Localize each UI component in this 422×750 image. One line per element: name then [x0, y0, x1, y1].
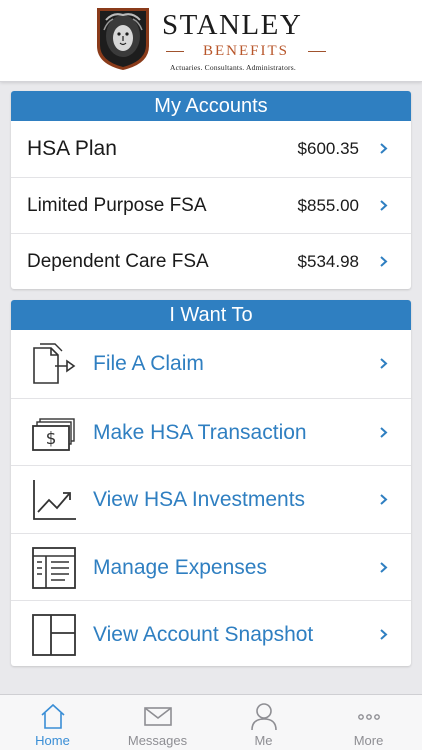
action-label: Make HSA Transaction: [93, 420, 307, 444]
action-label: Manage Expenses: [93, 555, 267, 579]
money-icon: $: [32, 417, 75, 451]
brand-name: STANLEY: [162, 9, 303, 41]
more-icon: [358, 714, 380, 720]
account-name: HSA Plan: [27, 137, 117, 160]
brand-subtitle: BENEFITS: [202, 43, 289, 59]
account-amount: $534.98: [297, 252, 359, 271]
chevron-right-icon: [380, 358, 388, 369]
person-icon: [251, 703, 277, 730]
file-claim-icon: [33, 343, 76, 384]
tab-label: More: [353, 733, 384, 748]
svg-text:$: $: [46, 429, 57, 449]
brand-subtitle-row: BENEFITS: [162, 42, 330, 60]
account-amount: $600.35: [297, 139, 359, 158]
account-name: Limited Purpose FSA: [27, 195, 207, 216]
account-row-dependent-care-fsa[interactable]: Dependent Care FSA $534.98: [11, 233, 411, 289]
chevron-right-icon: [380, 143, 388, 154]
tab-more[interactable]: More: [316, 695, 421, 750]
chevron-right-icon: [380, 629, 388, 640]
home-icon: [41, 703, 65, 729]
tab-home[interactable]: Home: [0, 695, 105, 750]
tab-bar: Home Messages Me More: [0, 694, 422, 750]
my-accounts-card: My Accounts HSA Plan $600.35 Limited Pur…: [11, 91, 411, 289]
chart-icon: [33, 480, 76, 520]
lion-shield-logo-icon: [97, 8, 149, 70]
my-accounts-title: My Accounts: [11, 91, 411, 121]
action-label: View HSA Investments: [93, 488, 306, 511]
divider: [308, 51, 326, 52]
expenses-icon: [32, 546, 76, 589]
action-view-hsa-investments[interactable]: View HSA Investments: [11, 465, 411, 533]
action-file-a-claim[interactable]: File A Claim: [11, 330, 411, 398]
action-manage-expenses[interactable]: Manage Expenses: [11, 532, 411, 601]
tab-label: Home: [35, 733, 70, 748]
chevron-right-icon: [380, 561, 388, 573]
snapshot-icon: [32, 614, 76, 656]
mail-icon: [144, 707, 172, 726]
account-amount: $855.00: [297, 196, 359, 215]
action-label: View Account Snapshot: [93, 623, 314, 646]
i-want-to-title: I Want To: [11, 300, 411, 330]
account-row-hsa-plan[interactable]: HSA Plan $600.35: [11, 121, 411, 177]
app-header: STANLEY BENEFITS Actuaries. Consultants.…: [0, 0, 422, 82]
account-name: Dependent Care FSA: [27, 251, 209, 272]
action-label: File A Claim: [93, 352, 204, 375]
chevron-right-icon: [380, 256, 388, 267]
tab-messages[interactable]: Messages: [105, 695, 210, 750]
chevron-right-icon: [380, 426, 388, 438]
chevron-right-icon: [380, 200, 388, 211]
tab-label: Me: [254, 733, 273, 748]
tab-label: Messages: [127, 733, 188, 748]
chevron-right-icon: [380, 494, 388, 505]
action-view-account-snapshot[interactable]: View Account Snapshot: [11, 600, 411, 666]
i-want-to-card: I Want To File A Claim $ Make HSA Transa…: [11, 300, 411, 666]
brand-tagline: Actuaries. Consultants. Administrators.: [170, 63, 296, 72]
tab-me[interactable]: Me: [211, 695, 316, 750]
account-row-limited-purpose-fsa[interactable]: Limited Purpose FSA $855.00: [11, 177, 411, 233]
action-make-hsa-transaction[interactable]: $ Make HSA Transaction: [11, 397, 411, 466]
